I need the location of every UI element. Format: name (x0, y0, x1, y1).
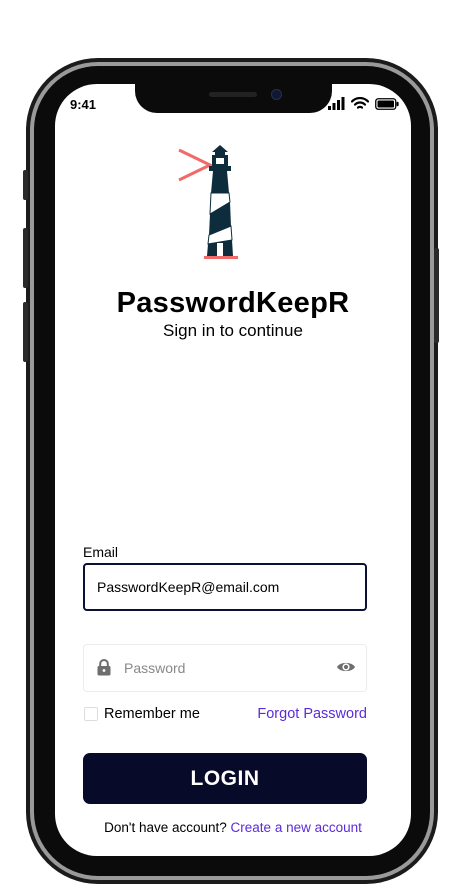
signal-icon (328, 97, 345, 110)
create-account-link[interactable]: Create a new account (231, 820, 362, 835)
app-subtitle: Sign in to continue (163, 321, 303, 340)
mute-switch (23, 170, 28, 200)
lock-icon (97, 659, 111, 676)
speaker (209, 92, 257, 97)
login-button[interactable]: LOGIN (83, 753, 367, 804)
app-title: PasswordKeepR (116, 287, 350, 319)
remember-me-label: Remember me (104, 706, 200, 722)
signup-row: Don't have account? Create a new account (55, 820, 411, 835)
email-label: Email (83, 544, 119, 560)
password-field[interactable] (124, 645, 320, 691)
remember-me-checkbox[interactable] (84, 707, 98, 721)
power-button (434, 248, 439, 343)
battery-icon (375, 98, 399, 110)
wifi-icon (351, 97, 369, 109)
status-time: 9:41 (70, 97, 97, 112)
forgot-password-link[interactable]: Forgot Password (257, 706, 367, 722)
notch (135, 84, 332, 113)
password-field-container[interactable] (83, 644, 367, 692)
signup-prompt: Don't have account? (104, 820, 227, 835)
volume-up-button (23, 228, 28, 288)
email-field[interactable] (83, 563, 367, 611)
status-icons (328, 97, 399, 110)
front-camera (271, 89, 282, 100)
eye-icon[interactable] (336, 660, 356, 674)
volume-down-button (23, 302, 28, 362)
screen: 9:41 PasswordKeepR Sign in to continue E… (55, 84, 411, 856)
lighthouse-logo-icon (178, 145, 238, 259)
